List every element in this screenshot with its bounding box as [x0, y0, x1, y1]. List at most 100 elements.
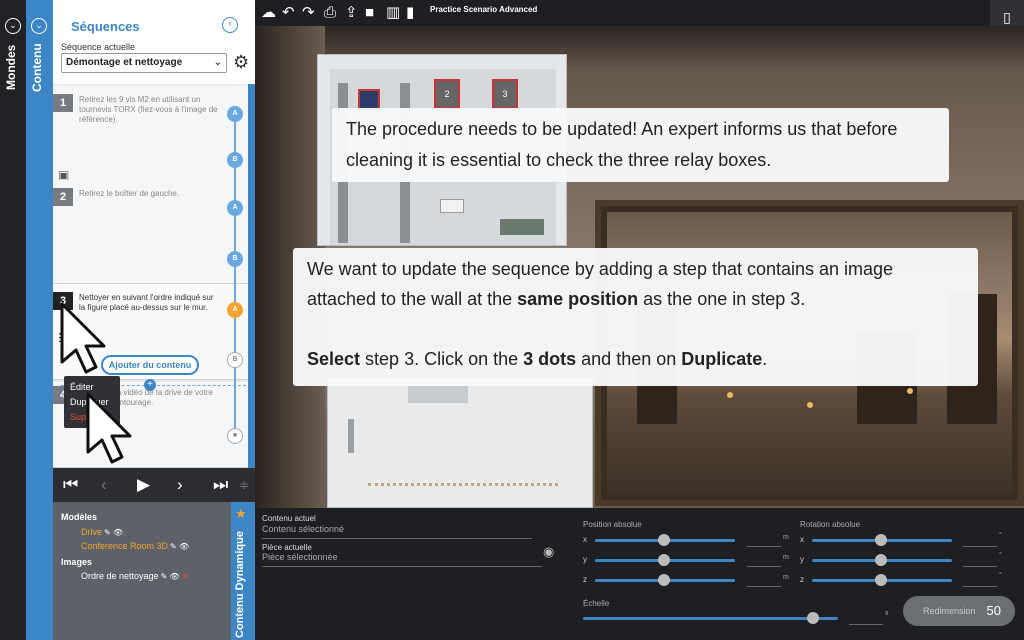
undo-icon[interactable]: ↶	[282, 4, 295, 22]
lower-cabinet	[327, 378, 593, 508]
top-toolbar: ☁ ↶ ↷ ⎙ ⇪ ■ ▥ ▮ Practice Scenario Advanc…	[255, 0, 990, 26]
unit-label: m	[783, 574, 789, 581]
unit-label: m	[783, 554, 789, 561]
model-item[interactable]: Drive ✎ 👁	[81, 527, 123, 537]
star-icon[interactable]: ★	[235, 506, 247, 522]
position-y-knob[interactable]	[658, 554, 670, 566]
current-piece-value[interactable]: Pièce sélectionnée	[262, 552, 338, 562]
current-piece-label: Pièce actuelle	[262, 543, 312, 552]
unit-label: °	[999, 532, 1002, 539]
scenario-title: Practice Scenario Advanced	[430, 5, 538, 14]
play-icon[interactable]: ▶	[137, 474, 150, 496]
unit-label: °	[999, 552, 1002, 559]
timeline-dot-a[interactable]: A	[227, 106, 243, 122]
tooltip-instructions: We want to update the sequence by adding…	[293, 248, 978, 386]
resize-button[interactable]: Redimension 50	[903, 596, 1015, 626]
painting-light	[807, 402, 813, 408]
rotation-z-input[interactable]	[963, 586, 997, 587]
panel-title: Séquences	[71, 19, 140, 34]
step-number: 1	[53, 94, 73, 112]
step-number: 2	[53, 188, 73, 206]
sequence-select[interactable]: Démontage et nettoyage ⌄	[61, 53, 227, 73]
rotation-x-knob[interactable]	[875, 534, 887, 546]
edit-visibility-icons[interactable]: ✎ 👁	[104, 528, 123, 537]
3d-viewport[interactable]: 2 3 The procedure needs to be updated! A…	[255, 26, 1024, 508]
position-x-knob[interactable]	[658, 534, 670, 546]
sequence-label: Séquence actuelle	[61, 42, 136, 52]
model-item[interactable]: Conference Room 3D ✎ 👁	[81, 541, 189, 551]
mondes-tab-label[interactable]: Mondes	[4, 40, 22, 90]
timeline-dot-b[interactable]: B	[227, 251, 243, 267]
rotation-x-input[interactable]	[963, 546, 997, 547]
previous-icon[interactable]: ‹	[101, 474, 107, 496]
print-icon[interactable]: ⎙	[324, 4, 336, 22]
dynamic-content-tab[interactable]: ★ Contenu Dynamique	[231, 502, 255, 640]
chevron-down-icon: ⌄	[213, 57, 222, 68]
position-x-input[interactable]	[747, 546, 781, 547]
step-item-2[interactable]: 2 Retirez le boîtier de gauche.	[53, 180, 248, 284]
book-icon[interactable]: ▥	[386, 4, 400, 22]
tooltip-text: and then on	[576, 349, 682, 369]
tooltip-top: The procedure needs to be updated! An ex…	[332, 108, 949, 182]
scale-slider[interactable]	[583, 617, 838, 620]
next-icon[interactable]: ›	[177, 474, 183, 496]
mondes-rail: ⌄ Mondes	[0, 0, 26, 640]
redo-icon[interactable]: ↷	[302, 4, 315, 22]
timeline-dot-a[interactable]: A	[227, 200, 243, 216]
skip-start-icon[interactable]: ⏮	[63, 474, 78, 496]
timeline-dot-b[interactable]: B	[227, 152, 243, 168]
tooltip-bold: Duplicate	[681, 349, 763, 369]
add-content-button[interactable]: Ajouter du contenu	[101, 355, 199, 375]
scale-input[interactable]	[849, 624, 883, 625]
edit-visibility-icons[interactable]: ✎ 👁	[170, 542, 189, 551]
collapse-panel-icon[interactable]: ‹	[222, 17, 238, 33]
image-item[interactable]: Ordre de nettoyage ✎ 👁 ✕	[81, 571, 189, 581]
current-content-value: Contenu sélectionné	[262, 524, 345, 534]
rotation-y-knob[interactable]	[875, 554, 887, 566]
cabinet-handle	[348, 419, 354, 453]
terminal-block	[500, 219, 544, 235]
steps-scrollbar[interactable]	[248, 84, 255, 468]
rotation-y-input[interactable]	[963, 566, 997, 567]
current-content-label: Contenu actuel	[262, 514, 316, 523]
tooltip-bold: same position	[517, 289, 639, 309]
contenu-tab-label[interactable]: Contenu	[30, 40, 48, 92]
position-z-knob[interactable]	[658, 574, 670, 586]
skip-end-icon[interactable]: ⏭	[213, 474, 228, 496]
properties-panel: Contenu actuel Contenu sélectionné Pièce…	[255, 508, 1024, 640]
scale-knob[interactable]	[807, 612, 819, 624]
axis-label: y	[583, 555, 587, 564]
stats-icon[interactable]: ▮	[406, 4, 414, 22]
timeline-dot-b[interactable]: B	[227, 352, 243, 368]
sequence-select-value: Démontage et nettoyage	[66, 57, 183, 68]
gear-icon[interactable]: ⚙	[233, 52, 249, 72]
unit-label: °	[999, 572, 1002, 579]
field-underline	[262, 566, 542, 567]
field-underline	[262, 538, 532, 539]
contenu-expand-icon[interactable]: ⌄	[31, 18, 47, 34]
position-z-input[interactable]	[747, 586, 781, 587]
relay-box: 2	[434, 79, 460, 109]
terminal-block	[440, 199, 464, 213]
model-name: Conference Room 3D	[81, 541, 169, 551]
position-y-input[interactable]	[747, 566, 781, 567]
edit-visibility-icons[interactable]: ✎ 👁 ✕	[161, 572, 189, 581]
insert-step-icon[interactable]: +	[144, 379, 156, 391]
share-icon[interactable]: ⇪	[345, 4, 358, 22]
timeline-dot-a-active[interactable]: A	[227, 302, 243, 318]
video-camera-icon[interactable]: ■	[365, 4, 374, 22]
rotation-z-knob[interactable]	[875, 574, 887, 586]
image-name: Ordre de nettoyage	[81, 571, 159, 581]
step-item-1[interactable]: 1 Retirez les 9 vis M2 en utilisant un t…	[53, 86, 248, 186]
video-icon[interactable]: ■	[227, 428, 243, 444]
tooltip-text: as the one in step 3.	[638, 289, 806, 309]
drag-handle-icon[interactable]: ≑	[239, 474, 249, 496]
phone-icon: ▯	[1003, 9, 1011, 25]
tooltip-bold: Select	[307, 349, 361, 369]
app-root: ⌄ Mondes ⌄ Contenu Séquences ‹ Séquence …	[0, 0, 1024, 640]
mondes-expand-icon[interactable]: ⌄	[5, 18, 21, 34]
eye-icon[interactable]: ◉	[543, 544, 554, 560]
images-heading: Images	[61, 557, 93, 567]
cloud-upload-icon[interactable]: ☁	[261, 4, 276, 22]
axis-label: y	[800, 555, 804, 564]
